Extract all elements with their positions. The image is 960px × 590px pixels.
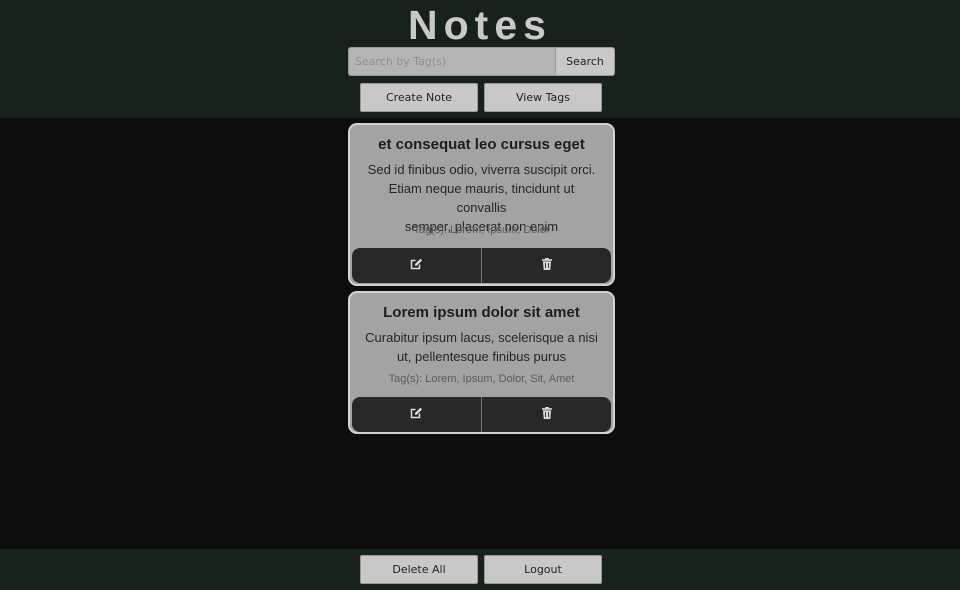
note-body-line: Etiam neque mauris, tincidunt ut convall… [388, 181, 575, 215]
delete-note-button[interactable] [481, 248, 611, 283]
note-body-line: Curabitur ipsum lacus, scelerisque a nis… [365, 330, 598, 345]
trash-icon [541, 406, 552, 424]
search-input[interactable] [348, 47, 555, 76]
note-title: et consequat leo cursus eget [378, 136, 585, 153]
note-actions [352, 397, 611, 432]
note-actions [352, 248, 611, 283]
note-body-line: Sed id finibus odio, viverra suscipit or… [367, 162, 596, 177]
edit-note-button[interactable] [352, 248, 481, 283]
footer: Delete All Logout [0, 549, 960, 590]
note-body: Curabitur ipsum lacus, scelerisque a nis… [364, 328, 599, 366]
note-tags: Tag(s): Lorem, Ipsum, Dolor [413, 224, 550, 236]
search-button[interactable]: Search [555, 47, 615, 76]
create-note-button[interactable]: Create Note [360, 83, 478, 112]
edit-icon [410, 406, 423, 424]
logout-button[interactable]: Logout [484, 555, 602, 584]
header: Notes Search Create Note View Tags [0, 0, 960, 118]
edit-icon [410, 257, 423, 275]
delete-note-button[interactable] [481, 397, 611, 432]
edit-note-button[interactable] [352, 397, 481, 432]
note-card: et consequat leo cursus eget Sed id fini… [348, 123, 615, 286]
note-body-line: ut, pellentesque finibus purus [396, 349, 567, 364]
view-tags-button[interactable]: View Tags [484, 83, 602, 112]
delete-all-button[interactable]: Delete All [360, 555, 478, 584]
note-tags: Tag(s): Lorem, Ipsum, Dolor, Sit, Amet [388, 373, 575, 385]
page-title: Notes [408, 2, 552, 48]
note-card: Lorem ipsum dolor sit amet Curabitur ips… [348, 291, 615, 434]
note-title: Lorem ipsum dolor sit amet [383, 304, 580, 321]
trash-icon [541, 257, 552, 275]
